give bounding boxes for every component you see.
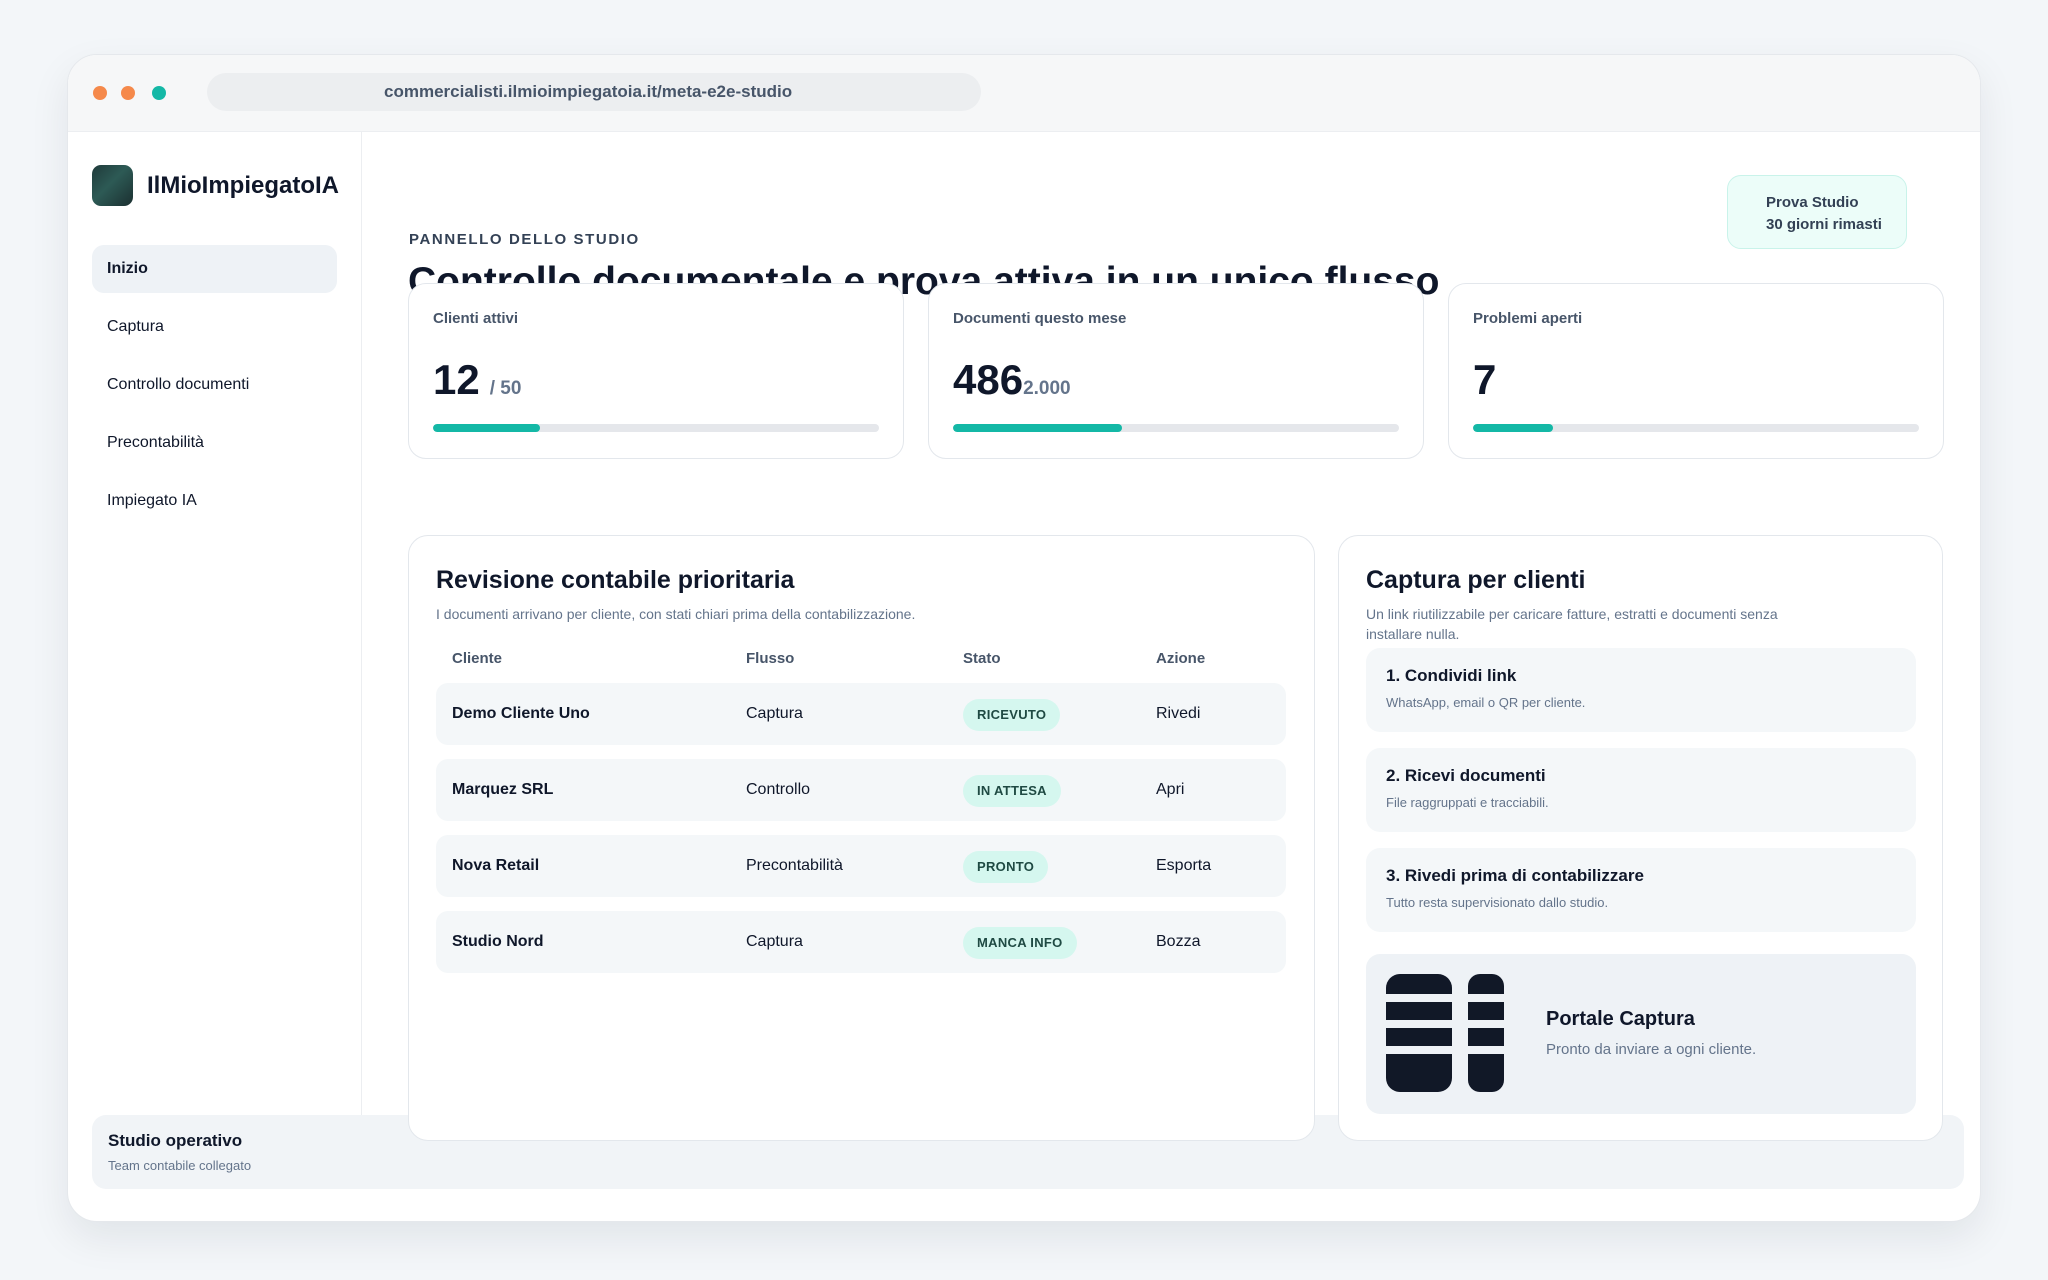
capture-subtitle: Un link riutilizzabile per caricare fatt…	[1366, 606, 1778, 642]
brand[interactable]: IlMioImpiegatoIA	[92, 165, 339, 206]
kpi-progress-track	[1473, 424, 1919, 432]
kpi-progress-track	[953, 424, 1399, 432]
sidebar-item-controllo-documenti[interactable]: Controllo documenti	[92, 361, 337, 409]
window-minimize-dot[interactable]	[121, 86, 135, 100]
column-header-flusso: Flusso	[746, 650, 795, 667]
sidebar-nav: Inizio Captura Controllo documenti Preco…	[92, 245, 337, 535]
window-maximize-dot[interactable]	[152, 86, 166, 100]
page-eyebrow: PANNELLO DELLO STUDIO	[409, 231, 640, 248]
kpi-card-clienti: Clienti attivi 12/ 50	[408, 283, 904, 459]
status-badge: MANCA INFO	[963, 927, 1077, 959]
row-action-link[interactable]: Rivedi	[1156, 683, 1200, 745]
row-flow: Captura	[746, 933, 803, 950]
capture-step[interactable]: 2. Ricevi documenti File raggruppati e t…	[1366, 748, 1916, 832]
address-bar[interactable]: commercialisti.ilmioimpiegatoia.it/meta-…	[207, 73, 981, 111]
status-badge: PRONTO	[963, 851, 1049, 883]
step-title: 1. Condividi link	[1386, 666, 1517, 685]
row-flow: Captura	[746, 705, 803, 722]
status-badge: RICEVUTO	[963, 699, 1061, 731]
capture-panel: Captura per clienti Un link riutilizzabi…	[1338, 535, 1943, 1141]
kpi-value: 4862.000	[953, 356, 1071, 403]
table-row[interactable]: Demo Cliente Uno Captura RICEVUTO Rivedi	[436, 683, 1286, 745]
capture-step[interactable]: 3. Rivedi prima di contabilizzare Tutto …	[1366, 848, 1916, 932]
row-client: Demo Cliente Uno	[452, 705, 590, 722]
table-row[interactable]: Nova Retail Precontabilità PRONTO Esport…	[436, 835, 1286, 897]
qr-code-icon	[1386, 974, 1504, 1092]
capture-title: Captura per clienti	[1366, 566, 1586, 594]
review-subtitle: I documenti arrivano per cliente, con st…	[436, 606, 916, 622]
status-badge: IN ATTESA	[963, 775, 1061, 807]
row-client: Studio Nord	[452, 933, 544, 950]
row-client: Marquez SRL	[452, 781, 554, 798]
step-title: 3. Rivedi prima di contabilizzare	[1386, 866, 1644, 885]
kpi-progress-fill	[1473, 424, 1554, 432]
sidebar-item-precontabilita[interactable]: Precontabilità	[92, 419, 337, 467]
trial-days-label: 30 giorni rimasti	[1766, 216, 1882, 233]
portal-title: Portale Captura	[1546, 1008, 1695, 1030]
row-flow: Controllo	[746, 781, 811, 798]
table-row[interactable]: Marquez SRL Controllo IN ATTESA Apri	[436, 759, 1286, 821]
app-window: commercialisti.ilmioimpiegatoia.it/meta-…	[67, 54, 1981, 1222]
brand-name: IlMioImpiegatoIA	[147, 171, 339, 199]
step-description: Tutto resta supervisionato dallo studio.	[1386, 895, 1609, 910]
kpi-value: 7	[1473, 356, 1497, 403]
footer-subtitle: Team contabile collegato	[108, 1158, 252, 1173]
portal-subtitle: Pronto da inviare a ogni cliente.	[1546, 1041, 1757, 1058]
kpi-progress-fill	[433, 424, 541, 432]
capture-step[interactable]: 1. Condividi link WhatsApp, email o QR p…	[1366, 648, 1916, 732]
kpi-card-documenti: Documenti questo mese 4862.000	[928, 283, 1424, 459]
kpi-label: Documenti questo mese	[953, 310, 1127, 327]
row-action-link[interactable]: Esporta	[1156, 835, 1211, 897]
column-header-cliente: Cliente	[452, 650, 503, 667]
sidebar-item-captura[interactable]: Captura	[92, 303, 337, 351]
window-close-dot[interactable]	[93, 86, 107, 100]
sidebar-item-inizio[interactable]: Inizio	[92, 245, 337, 293]
row-flow: Precontabilità	[746, 857, 843, 874]
row-client: Nova Retail	[452, 857, 540, 874]
column-header-stato: Stato	[963, 650, 1001, 667]
sidebar: IlMioImpiegatoIA Inizio Captura Controll…	[68, 132, 362, 1137]
column-header-azione: Azione	[1156, 650, 1206, 667]
table-row[interactable]: Studio Nord Captura MANCA INFO Bozza	[436, 911, 1286, 973]
kpi-progress-fill	[953, 424, 1123, 432]
kpi-value: 12/ 50	[433, 356, 522, 403]
trial-plan-label: Prova Studio	[1766, 194, 1859, 211]
step-description: File raggruppati e tracciabili.	[1386, 795, 1549, 810]
review-panel: Revisione contabile prioritaria I docume…	[408, 535, 1315, 1141]
kpi-card-problemi: Problemi aperti 7	[1448, 283, 1944, 459]
kpi-limit: / 50	[489, 378, 522, 399]
row-action-link[interactable]: Bozza	[1156, 911, 1200, 973]
brand-logo	[92, 165, 133, 206]
sidebar-item-impiegato-ia[interactable]: Impiegato IA	[92, 477, 337, 525]
kpi-limit: 2.000	[1023, 378, 1071, 399]
step-description: WhatsApp, email o QR per cliente.	[1386, 695, 1586, 710]
step-title: 2. Ricevi documenti	[1386, 766, 1546, 785]
review-title: Revisione contabile prioritaria	[436, 566, 795, 594]
trial-badge[interactable]: Prova Studio 30 giorni rimasti	[1727, 175, 1907, 249]
row-action-link[interactable]: Apri	[1156, 759, 1184, 821]
kpi-progress-track	[433, 424, 879, 432]
capture-portal-card[interactable]: Portale Captura Pronto da inviare a ogni…	[1366, 954, 1916, 1114]
kpi-label: Problemi aperti	[1473, 310, 1583, 327]
kpi-label: Clienti attivi	[433, 310, 519, 327]
browser-titlebar: commercialisti.ilmioimpiegatoia.it/meta-…	[68, 55, 1980, 132]
